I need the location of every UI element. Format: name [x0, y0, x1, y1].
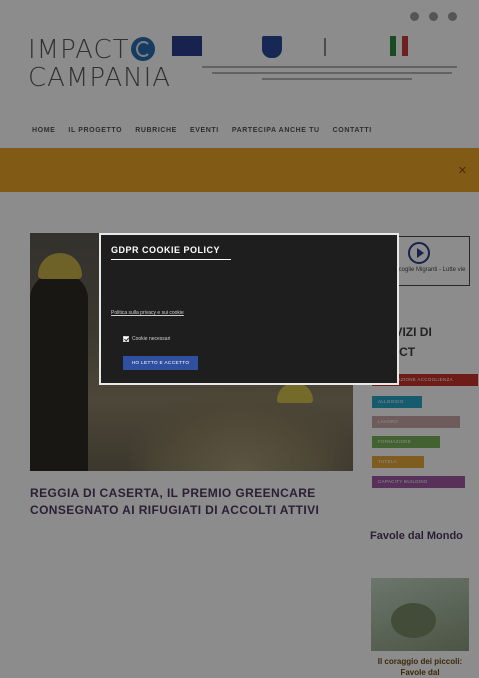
modal-title: GDPR COOKIE POLICY: [111, 245, 221, 255]
necessary-cookies-label: Cookie necessari: [132, 336, 171, 342]
modal-title-underline: [111, 259, 231, 260]
accept-button[interactable]: HO LETTO E ACCETTO: [123, 356, 198, 370]
necessary-cookies-row: Cookie necessari: [123, 336, 170, 342]
privacy-policy-link[interactable]: Politica sulla privacy e sui cookie: [111, 310, 184, 316]
necessary-cookies-checkbox[interactable]: [123, 336, 129, 342]
cookie-modal: GDPR COOKIE POLICY Politica sulla privac…: [99, 233, 399, 385]
